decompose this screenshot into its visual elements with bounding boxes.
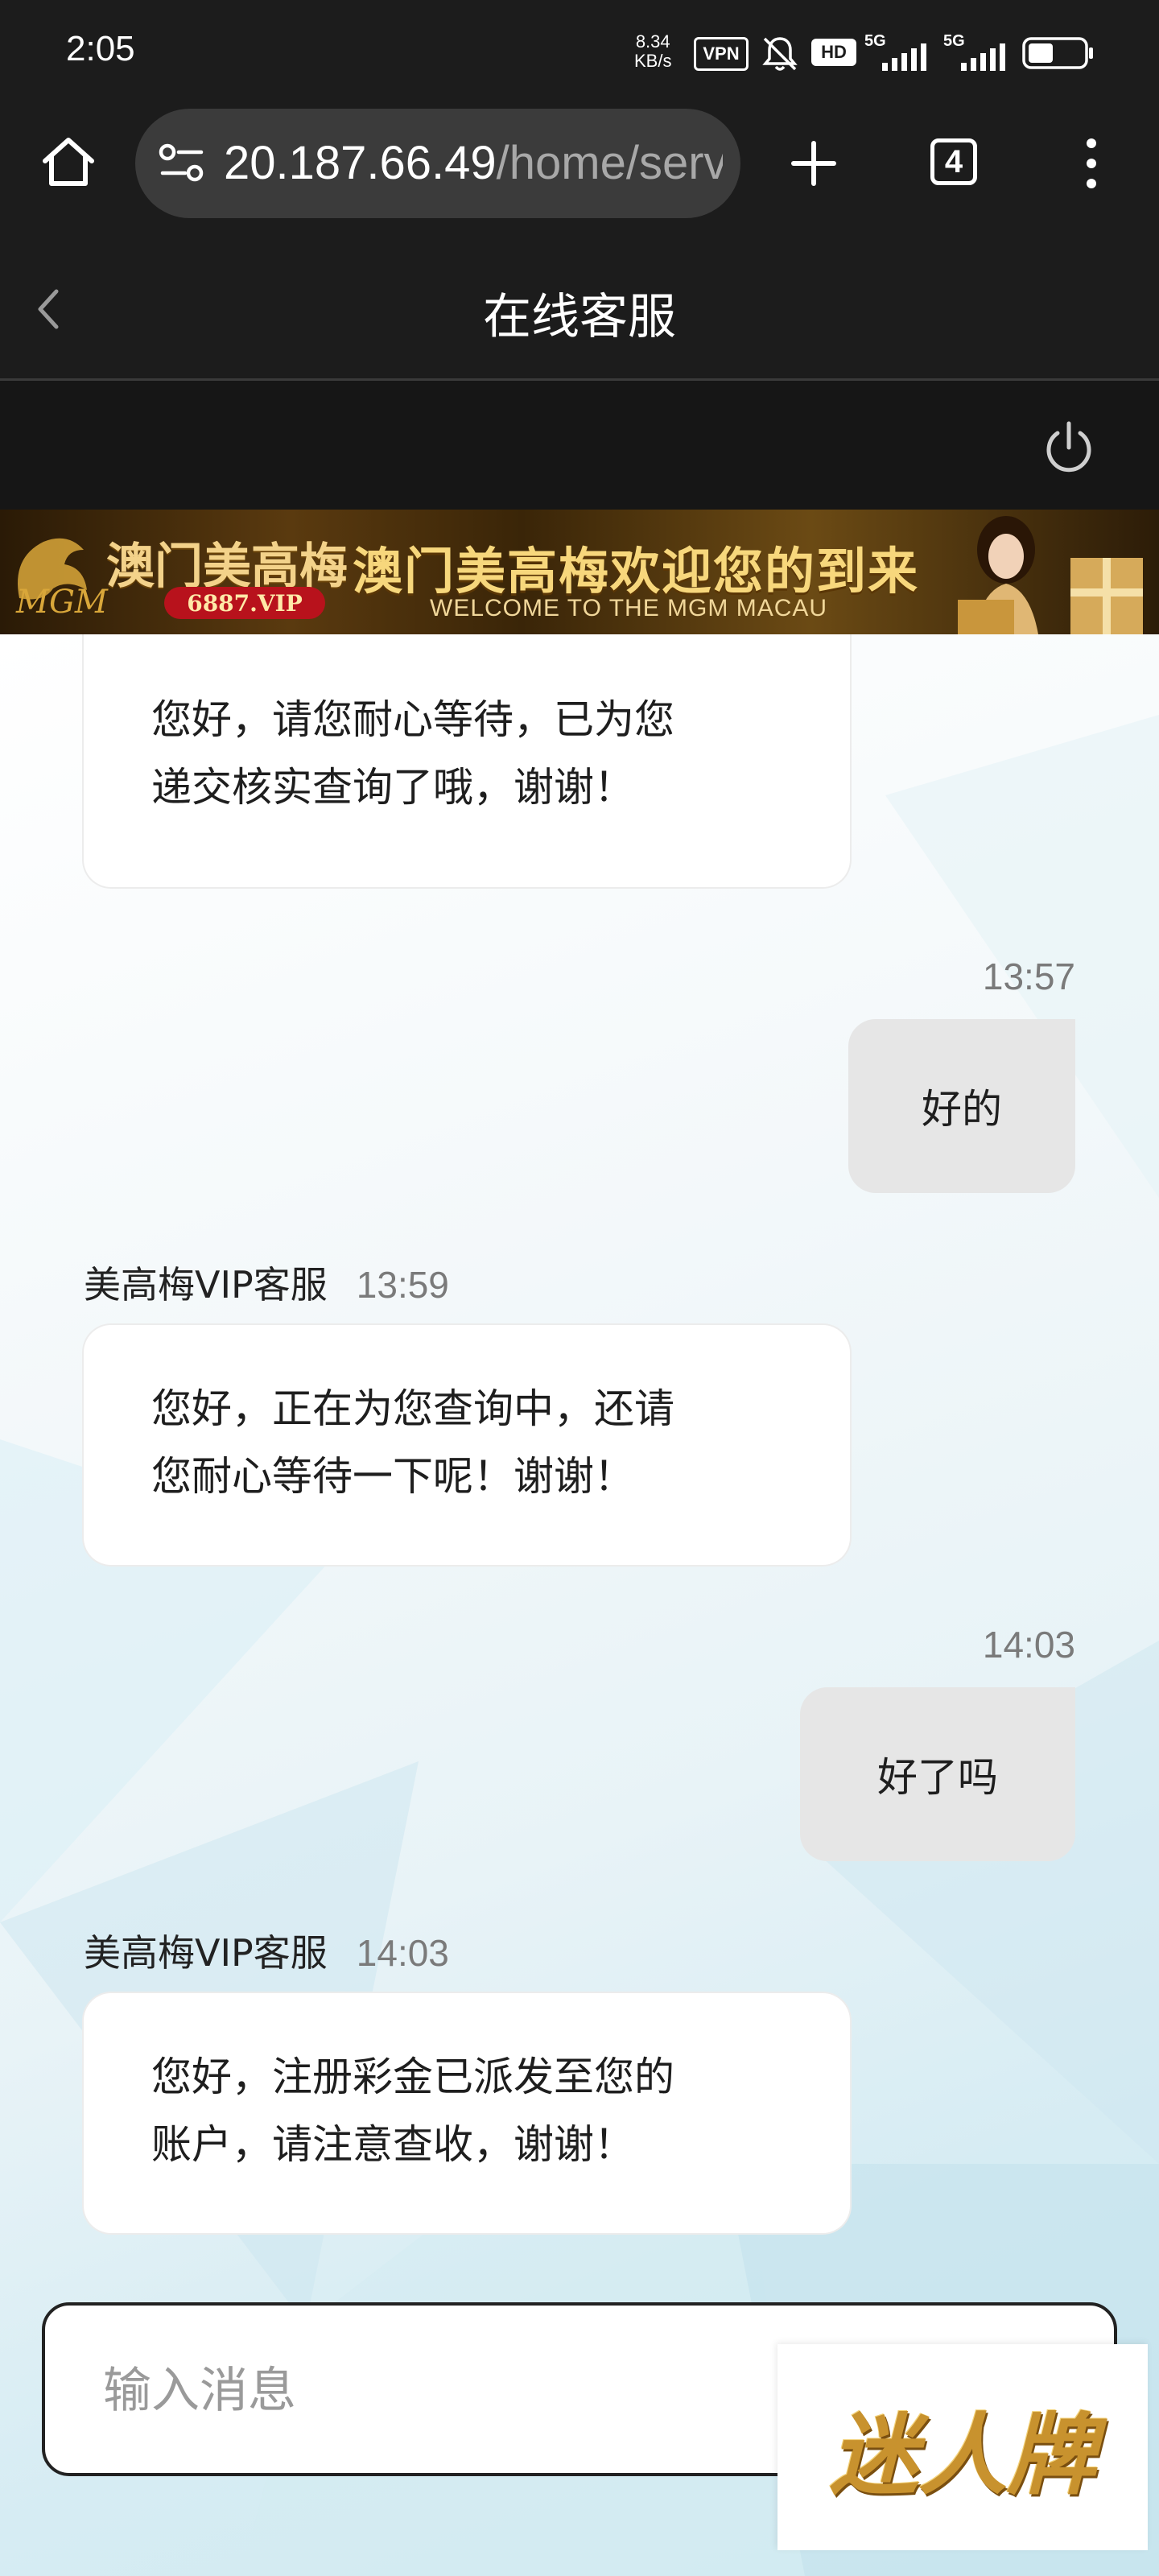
message-sender: 美高梅VIP客服 13:59 <box>84 1256 449 1309</box>
message-text-line: 账户，请注意查收，谢谢！ <box>151 2121 634 2168</box>
page-title: 在线客服 <box>483 289 676 345</box>
banner-headline: 澳门美高梅欢迎您的到来 <box>353 542 920 601</box>
chat-messages[interactable]: 您好，请您耐心等待，已为您 递交核实查询了哦，谢谢！ 13:57 好的 美高梅V… <box>0 634 1159 2576</box>
message-text-line: 您好，注册彩金已派发至您的 <box>151 2054 674 2100</box>
banner-subline: WELCOME TO THE MGM MACAU <box>430 595 828 621</box>
battery-icon <box>1022 37 1093 69</box>
banner-site: 6887.VIP <box>164 587 325 619</box>
sender-name: 美高梅VIP客服 <box>84 1263 328 1307</box>
url-text[interactable]: 20.187.66.49/home/serv <box>224 136 723 190</box>
network-speed-unit: KB/s <box>634 51 672 71</box>
watermark-text: 迷人牌 <box>830 2403 1095 2507</box>
mute-bell-icon <box>762 37 798 71</box>
status-bar: 2:05 8.34 KB/s VPN HD 5G 5G <box>0 0 1159 105</box>
more-menu-icon[interactable] <box>1077 135 1106 192</box>
promo-banner[interactable]: MGM 澳门美高梅 6887.VIP 澳门美高梅欢迎您的到来 WELCOME T… <box>0 510 1159 634</box>
signal-strength-icon-1 <box>882 43 926 71</box>
message-text: 好的 <box>922 1086 1002 1133</box>
chat-toolbar <box>0 381 1159 510</box>
address-bar[interactable]: 20.187.66.49/home/serv <box>135 109 740 218</box>
new-tab-icon[interactable] <box>789 138 839 188</box>
message-timestamp: 14:03 <box>356 1932 449 1974</box>
incoming-message-bubble: 您好，注册彩金已派发至您的 账户，请注意查收，谢谢！ <box>84 1993 850 2233</box>
vpn-icon: VPN <box>694 37 749 71</box>
message-sender: 美高梅VIP客服 14:03 <box>84 1924 449 1977</box>
message-text-line: 您耐心等待一下呢！谢谢！ <box>151 1453 634 1500</box>
message-text-line: 您好，请您耐心等待，已为您 <box>151 696 674 743</box>
tabs-icon[interactable]: 4 <box>930 138 977 185</box>
power-icon[interactable] <box>1040 419 1098 477</box>
outgoing-message-bubble: 好了吗 <box>800 1687 1075 1861</box>
outgoing-message-bubble: 好的 <box>848 1019 1075 1193</box>
message-timestamp: 14:03 <box>982 1624 1075 1666</box>
message-timestamp: 13:59 <box>356 1264 449 1306</box>
network-speed-value: 8.34 <box>635 31 670 52</box>
message-timestamp: 13:57 <box>982 956 1075 997</box>
incoming-message-bubble: 您好，请您耐心等待，已为您 递交核实查询了哦，谢谢！ <box>84 634 850 887</box>
message-text-line: 递交核实查询了哦，谢谢！ <box>151 764 634 811</box>
network-speed: 8.34 KB/s <box>634 32 671 71</box>
message-input[interactable] <box>101 2354 749 2428</box>
status-time: 2:05 <box>66 29 135 68</box>
home-icon[interactable] <box>40 135 97 188</box>
sender-name: 美高梅VIP客服 <box>84 1931 328 1975</box>
site-settings-icon[interactable] <box>158 141 206 186</box>
url-path: /home/serv <box>496 137 723 189</box>
banner-model-image <box>958 516 1143 634</box>
incoming-message-bubble: 您好，正在为您查询中，还请 您耐心等待一下呢！谢谢！ <box>84 1325 850 1565</box>
url-host: 20.187.66.49 <box>224 137 497 189</box>
chat-background-pattern <box>0 715 1159 2576</box>
message-text-line: 您好，正在为您查询中，还请 <box>151 1385 674 1432</box>
mgm-logo: MGM <box>16 584 108 621</box>
signal-strength-icon-2 <box>961 43 1005 71</box>
hd-voice-icon: HD <box>811 39 856 66</box>
watermark-logo: 迷人牌 <box>777 2344 1148 2550</box>
message-text: 好了吗 <box>877 1754 998 1801</box>
